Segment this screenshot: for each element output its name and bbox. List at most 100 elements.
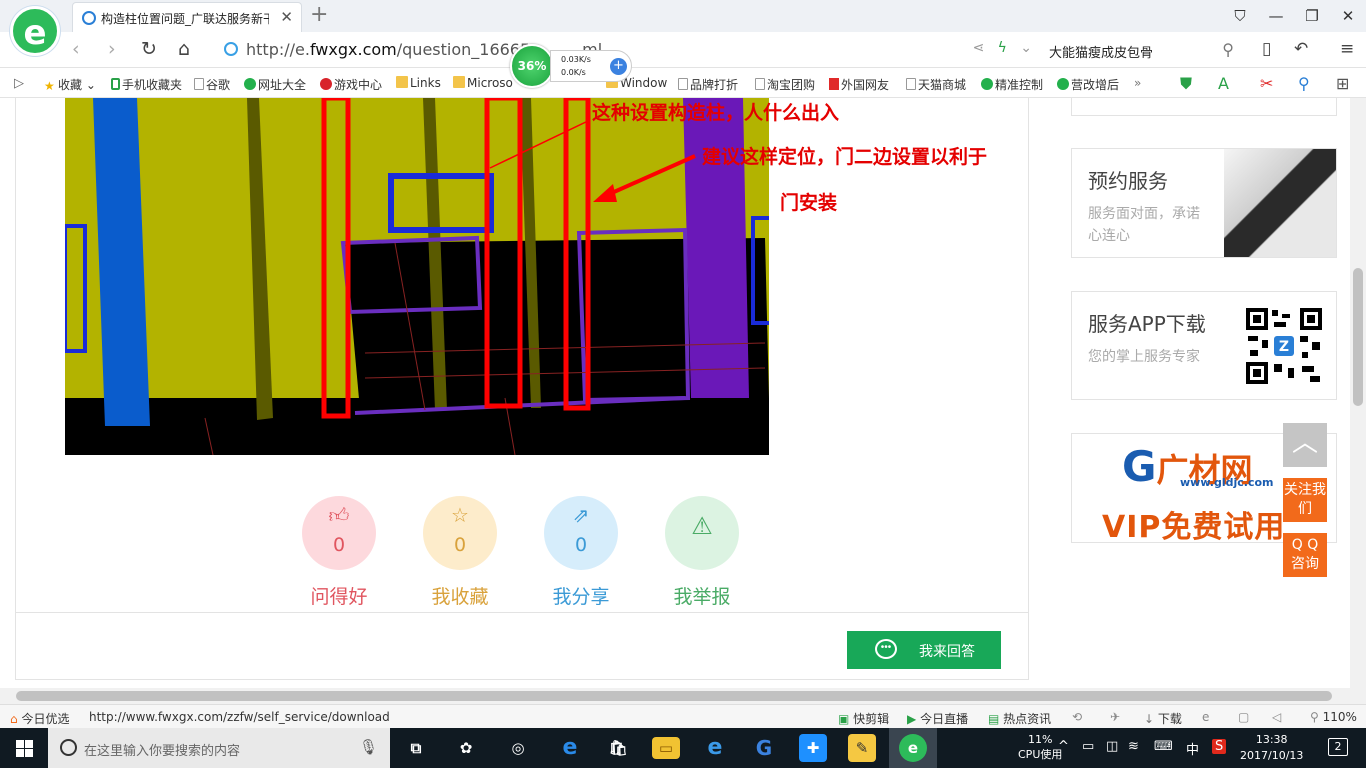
wifi-icon[interactable]: ≋ <box>1128 739 1139 754</box>
action-label: 我分享 <box>552 586 610 608</box>
minimize-icon[interactable]: — <box>1258 0 1294 32</box>
page-icon <box>755 78 765 90</box>
360-browser-icon[interactable]: e <box>899 734 927 762</box>
network-speed-widget[interactable]: 36% 0.03K/s 0.0K/s + <box>510 44 632 88</box>
vertical-scroll-thumb[interactable] <box>1353 268 1363 406</box>
microphone-icon[interactable]: 🎙︎ <box>359 738 378 756</box>
ime-indicator[interactable]: 中 <box>1186 739 1199 758</box>
phone-icon <box>111 78 120 90</box>
cortana-icon <box>60 739 77 756</box>
status-item[interactable]: ▣ 快剪辑 <box>838 710 889 727</box>
close-window-icon[interactable]: ✕ <box>1330 0 1366 32</box>
back-icon[interactable]: ‹ <box>72 38 80 60</box>
taskbar-search[interactable]: 在这里输入你要搜索的内容 🎙︎ <box>48 728 390 768</box>
restore-icon[interactable]: ❐ <box>1294 0 1330 32</box>
bookmark-item[interactable]: 精准控制 <box>981 76 1043 93</box>
bookmark-item[interactable]: 品牌打折 <box>678 76 738 93</box>
pin-icon[interactable]: ✈ <box>1110 710 1120 724</box>
refresh-icon[interactable]: ↻ <box>141 38 157 60</box>
edge-icon[interactable]: e <box>556 734 584 762</box>
task-view-icon[interactable]: ⧉ <box>402 734 430 762</box>
glodon-icon[interactable]: G <box>750 734 778 762</box>
daily-picks[interactable]: ⌂ 今日优选 <box>10 710 69 727</box>
keyboard-icon[interactable]: ⌨ <box>1154 739 1173 754</box>
bookmark-item[interactable]: 外国网友 <box>829 76 889 93</box>
tray-expand-icon[interactable]: ^ <box>1058 739 1069 754</box>
more-bookmarks-icon[interactable]: » <box>1134 76 1141 90</box>
bookmark-item[interactable]: ★ 收藏 ⌄ <box>44 76 96 93</box>
lightning-icon[interactable]: ϟ <box>998 40 1007 56</box>
browser-logo-icon[interactable]: e <box>10 6 60 56</box>
mute-icon[interactable]: ◁ <box>1272 710 1281 724</box>
bookmark-item[interactable]: 淘宝团购 <box>755 76 815 93</box>
chevron-down-icon[interactable]: ⌄ <box>1020 40 1032 56</box>
share-icon[interactable]: ⋖ <box>973 40 985 56</box>
refresh-status-icon[interactable]: ⟲ <box>1072 710 1082 724</box>
undo-icon[interactable]: ↶ <box>1294 39 1308 59</box>
svg-text:Z: Z <box>1279 339 1289 355</box>
file-explorer-icon[interactable]: ▭ <box>652 737 680 759</box>
taskbar-search-input[interactable]: 在这里输入你要搜索的内容 <box>84 740 240 759</box>
bookmark-item[interactable]: 天猫商城 <box>906 76 966 93</box>
horizontal-scrollbar[interactable] <box>0 688 1366 704</box>
search-icon[interactable]: ⚲ <box>1222 40 1234 59</box>
zoom-icon[interactable]: ⚲ <box>1298 74 1310 93</box>
bookmark-item[interactable]: 手机收藏夹 <box>111 76 182 93</box>
app-download-card[interactable]: 服务APP下载 您的掌上服务专家 Z <box>1071 291 1337 400</box>
sidebar-toggle-icon[interactable]: ▷ <box>14 76 24 91</box>
menu-icon[interactable]: ≡ <box>1340 39 1354 59</box>
clock-date: 2017/10/13 <box>1240 749 1304 762</box>
status-item[interactable]: ▤ 热点资讯 <box>988 710 1051 727</box>
pinwheel-app-icon[interactable]: ✿ <box>452 734 480 762</box>
bookmark-item[interactable]: Microso <box>453 76 513 90</box>
notification-center-icon[interactable]: 2 <box>1328 738 1348 756</box>
ie-mode-icon[interactable]: e <box>1202 710 1209 724</box>
battery-icon[interactable]: ▭ <box>1082 739 1094 754</box>
bookmark-item[interactable]: 游戏中心 <box>320 76 382 93</box>
forward-icon[interactable]: › <box>108 38 116 60</box>
bookmark-item[interactable]: Links <box>396 76 441 90</box>
tab-close-icon[interactable]: ✕ <box>280 8 293 26</box>
back-to-top-button[interactable]: ︿ <box>1283 423 1327 467</box>
clock[interactable]: 13:38 2017/10/13 <box>1240 732 1303 764</box>
mobile-icon[interactable]: ▯ <box>1262 39 1271 59</box>
translate-icon[interactable]: A <box>1218 74 1229 93</box>
search-input[interactable]: 大能猫瘦成皮包骨 <box>1049 42 1153 61</box>
speed-plus-icon[interactable]: + <box>610 58 627 75</box>
qq-consult-button[interactable]: Q Q 咨询 <box>1283 533 1327 577</box>
browser-app-icon[interactable]: ◎ <box>504 734 532 762</box>
new-tab-icon[interactable]: + <box>310 3 328 27</box>
scissors-icon[interactable]: ✂ <box>1260 74 1273 93</box>
bookmark-item[interactable]: 网址大全 <box>244 76 306 93</box>
windows-start-button[interactable] <box>0 728 48 768</box>
sogou-ime-icon[interactable]: S <box>1212 739 1227 754</box>
plus-app-icon[interactable]: ✚ <box>799 734 827 762</box>
bookmark-item[interactable]: 谷歌 <box>194 76 230 93</box>
search-box[interactable]: 大能猫瘦成皮包骨 ⚲ <box>1042 36 1242 64</box>
status-item[interactable]: ▶ 今日直播 <box>907 710 968 727</box>
network-icon[interactable]: ◫ <box>1106 739 1118 754</box>
browser-tab[interactable]: 构造柱位置问题_广联达服务新干线 ✕ <box>72 2 302 32</box>
share-button[interactable]: ⇗ 0 我分享 <box>543 496 619 609</box>
vertical-scrollbar[interactable] <box>1350 98 1366 688</box>
home-icon[interactable]: ⌂ <box>178 38 190 60</box>
ie-icon[interactable]: e <box>701 734 729 762</box>
follow-us-button[interactable]: 关注我们 <box>1283 478 1327 522</box>
chat-bubble-icon: ••• <box>875 639 897 659</box>
cpu-usage[interactable]: 11% CPU使用 <box>1018 732 1062 762</box>
shield-icon[interactable]: ⛊ <box>1180 74 1192 94</box>
apps-icon[interactable]: ⊞ <box>1336 74 1349 93</box>
notes-app-icon[interactable]: ✎ <box>848 734 876 762</box>
report-button[interactable]: ⚠ 我举报 <box>664 496 740 609</box>
window-icon[interactable]: ▢ <box>1238 710 1249 724</box>
zoom-level[interactable]: ⚲ 110% <box>1310 710 1357 724</box>
answer-button[interactable]: ••• 我来回答 <box>847 631 1001 669</box>
bookmark-item[interactable]: 营改增后 <box>1057 76 1119 93</box>
good-question-button[interactable]: 👍︎ 0 问得好 <box>301 496 377 609</box>
skin-icon[interactable]: ⛉ <box>1222 0 1258 32</box>
booking-service-card[interactable]: 预约服务 服务面对面，承诺心连心 <box>1071 148 1337 258</box>
horizontal-scroll-thumb[interactable] <box>16 691 1332 701</box>
store-icon[interactable]: 🛍︎ <box>604 734 632 762</box>
favorite-button[interactable]: ☆ 0 我收藏 <box>422 496 498 609</box>
download-button[interactable]: ↓ 下载 <box>1144 710 1182 727</box>
